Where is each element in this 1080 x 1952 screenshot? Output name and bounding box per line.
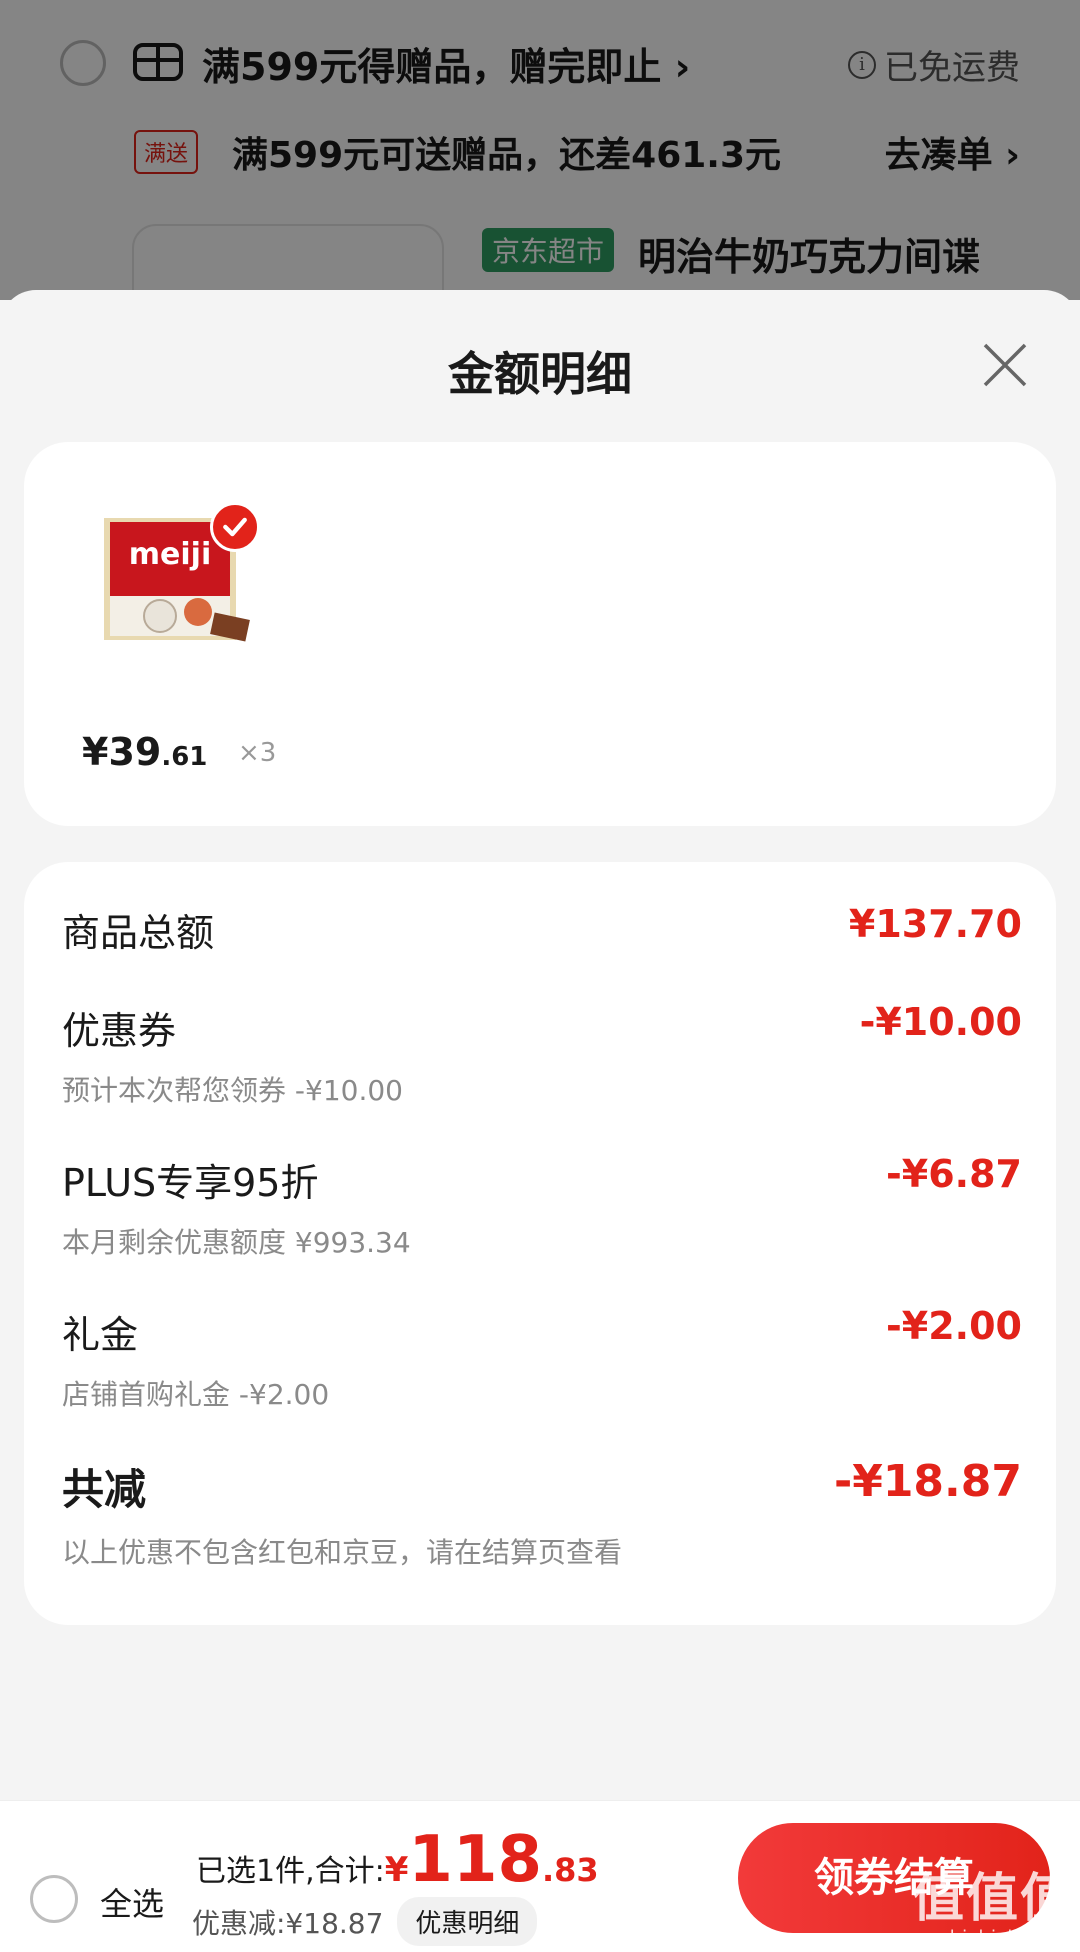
discount-line: 优惠减:¥18.87 优惠明细 (192, 1897, 538, 1946)
overlay-dim[interactable] (0, 0, 1080, 300)
total-line: 已选1件,合计: ¥ 118 .83 (196, 1823, 599, 1897)
watermark-site: zhizhizhi.com (939, 1927, 1074, 1948)
row-plus-discount: PLUS专享95折 本月剩余优惠额度 ¥993.34 -¥6.87 (62, 1152, 1022, 1261)
row-amount: -¥6.87 (886, 1152, 1022, 1196)
row-sub: 预计本次帮您领券 -¥10.00 (62, 1074, 403, 1107)
selected-check-icon (210, 502, 260, 552)
row-amount: -¥18.87 (833, 1456, 1022, 1507)
checkout-bar: 全选 已选1件,合计: ¥ 118 .83 优惠减:¥18.87 优惠明细 领券… (0, 1800, 1080, 1952)
goods-price: ¥39.61 (82, 730, 208, 774)
watermark-logo: 值值值 (911, 1869, 1074, 1929)
discount-amount: 优惠减:¥18.87 (192, 1906, 384, 1940)
row-coupon: 优惠券 预计本次帮您领券 -¥10.00 -¥10.00 (62, 1000, 1022, 1109)
row-amount: -¥10.00 (859, 1000, 1022, 1044)
row-label: PLUS专享95折 (62, 1161, 319, 1205)
total-decimal: .83 (542, 1851, 599, 1889)
total-currency: ¥ (384, 1850, 409, 1890)
goods-card: meiji ¥39.61 ×3 (24, 442, 1056, 826)
row-amount: ¥137.70 (848, 902, 1022, 946)
select-all-radio[interactable] (30, 1875, 78, 1923)
background-cart: 满599元得赠品，赠完即止 › i 已免运费 满送 满599元可送赠品，还差46… (0, 0, 1080, 424)
sheet-title: 金额明细 (448, 347, 632, 401)
amount-detail-card: 商品总额 ¥137.70 优惠券 预计本次帮您领券 -¥10.00 -¥10.0… (24, 862, 1056, 1625)
row-total-discount: 共减 以上优惠不包含红包和京豆，请在结算页查看 -¥18.87 (62, 1456, 1022, 1571)
goods-quantity: ×3 (238, 738, 277, 768)
row-goods-total: 商品总额 ¥137.70 (62, 902, 1022, 957)
close-icon[interactable] (980, 340, 1030, 390)
select-all-label[interactable]: 全选 (100, 1879, 164, 1925)
row-gift-money: 礼金 店铺首购礼金 -¥2.00 -¥2.00 (62, 1304, 1022, 1413)
watermark: 值值值 zhizhizhi.com (912, 1871, 1074, 1948)
row-sub: 以上优惠不包含红包和京豆，请在结算页查看 (62, 1536, 623, 1569)
row-amount: -¥2.00 (886, 1304, 1022, 1348)
row-sub: 店铺首购礼金 -¥2.00 (62, 1378, 330, 1411)
row-sub: 本月剩余优惠额度 ¥993.34 (62, 1226, 411, 1259)
row-label: 礼金 (62, 1313, 139, 1357)
total-integer: 118 (408, 1823, 542, 1897)
svg-text:meiji: meiji (129, 537, 211, 572)
amount-detail-sheet: 金额明细 meiji ¥39.61 ×3 商品总额 ¥137.70 优惠券 预计… (0, 290, 1080, 1952)
total-label: 已选1件,合计: (196, 1854, 385, 1889)
discount-detail-button[interactable]: 优惠明细 (397, 1897, 538, 1946)
